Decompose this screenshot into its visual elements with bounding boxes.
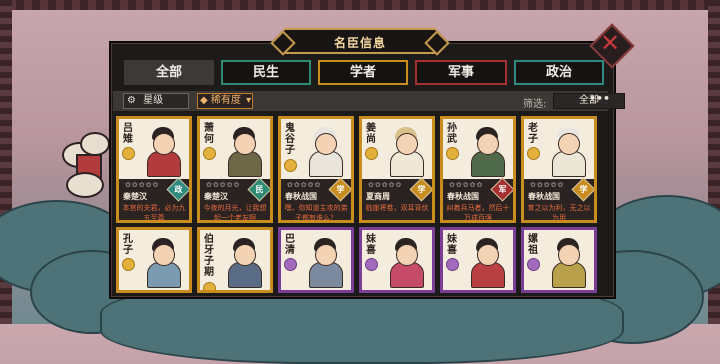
- card-name: 妹喜: [366, 234, 376, 256]
- minister-card[interactable]: 妹喜: [440, 227, 516, 293]
- card-origin: 夏商周: [366, 192, 390, 201]
- card-info: ✿✿✿✿✿ 春秋战国 学 育之以为利，无之以为用: [524, 177, 594, 222]
- close-button[interactable]: ✕: [589, 23, 635, 69]
- rarity-seal-icon: [527, 258, 540, 271]
- card-name: 妹喜: [447, 234, 457, 256]
- tab-livelihood[interactable]: 民生: [221, 60, 311, 85]
- rarity-chip[interactable]: ⚙ 星级: [123, 93, 189, 109]
- chevron-down-icon: ▾: [246, 95, 252, 106]
- portrait: [139, 236, 187, 288]
- portrait: [139, 125, 187, 177]
- card-name: 老子: [528, 123, 538, 145]
- portrait: [301, 125, 349, 177]
- filter-label: 筛选:: [523, 99, 547, 110]
- minister-card[interactable]: 伯牙子期: [197, 227, 273, 293]
- minister-card[interactable]: 老子 ✿✿✿✿✿ 春秋战国 学 育之以为利，无之以为用: [521, 116, 597, 223]
- title-plate: 名臣信息: [282, 28, 438, 54]
- star-rating: ✿✿✿✿✿: [368, 181, 403, 189]
- card-quote: 临崖将卷，双耳背伏: [365, 204, 429, 212]
- top-border-decoration: [0, 0, 720, 10]
- panel-title: 名臣信息: [333, 36, 386, 50]
- minister-card[interactable]: 吕雉 ✿✿✿✿✿ 秦楚汉 政 本宫的夫君，必为九五至尊: [116, 116, 192, 223]
- gear-icon: ⚙: [127, 95, 136, 106]
- minister-card[interactable]: 孙武 ✿✿✿✿✿ 春秋战国 军 纠着兵马者，然后十万成百强: [440, 116, 516, 223]
- minister-card[interactable]: 巴清: [278, 227, 354, 293]
- minister-card[interactable]: 妹喜: [359, 227, 435, 293]
- close-icon: ✕: [599, 29, 621, 57]
- minister-card[interactable]: 姜尚 ✿✿✿✿✿ 夏商周 学 临崖将卷，双耳背伏: [359, 116, 435, 223]
- card-name: 巴清: [285, 234, 295, 256]
- card-info: ✿✿✿✿✿ 夏商周 学 临崖将卷，双耳背伏: [362, 177, 432, 220]
- rarity-seal-icon: [365, 147, 378, 160]
- portrait: [220, 236, 268, 288]
- rarity-seal-icon: [446, 258, 459, 271]
- card-name: 鬼谷子: [285, 123, 295, 156]
- portrait: [544, 125, 592, 177]
- star-rating: ✿✿✿✿✿: [206, 181, 241, 189]
- card-origin: 秦楚汉: [204, 192, 228, 201]
- category-badge: 学: [328, 177, 351, 202]
- sort-diamond-icon: ◆: [200, 95, 208, 106]
- card-name: 嫘祖: [528, 234, 538, 256]
- star-rating: ✿✿✿✿✿: [449, 181, 484, 189]
- floating-island-decoration: [62, 132, 110, 202]
- star-rating: ✿✿✿✿✿: [125, 181, 160, 189]
- card-quote: 本宫的夫君，必为九五至尊: [122, 204, 186, 222]
- card-quote: 今夜的月光，让我想起一个老友啊: [203, 204, 267, 222]
- card-name: 伯牙子期: [204, 234, 214, 278]
- minister-card[interactable]: 鬼谷子 ✿✿✿✿✿ 春秋战国 学 嘿，你知道主攻的弟子都有谁么？: [278, 116, 354, 223]
- star-rating: ✿✿✿✿✿: [530, 181, 565, 189]
- card-name: 吕雉: [123, 123, 133, 145]
- rarity-seal-icon: [203, 282, 216, 290]
- card-info: ✿✿✿✿✿ 春秋战国 军 纠着兵马者，然后十万成百强: [443, 177, 513, 222]
- card-origin: 春秋战国: [447, 192, 479, 201]
- category-badge: 军: [490, 177, 513, 202]
- category-badge: 学: [409, 177, 432, 202]
- portrait: [463, 236, 511, 288]
- rarity-seal-icon: [122, 258, 135, 271]
- card-quote: 嘿，你知道主攻的弟子都有谁么？: [284, 204, 348, 222]
- portrait: [301, 236, 349, 288]
- portrait: [382, 236, 430, 288]
- card-origin: 春秋战国: [528, 192, 560, 201]
- sort-label: 稀有度: [210, 95, 241, 106]
- portrait: [463, 125, 511, 177]
- card-info: ✿✿✿✿✿ 春秋战国 学 嘿，你知道主攻的弟子都有谁么？: [281, 177, 351, 222]
- category-badge: 政: [166, 177, 189, 202]
- card-origin: 春秋战国: [285, 192, 317, 201]
- minister-card[interactable]: 萧何 ✿✿✿✿✿ 秦楚汉 民 今夜的月光，让我想起一个老友啊: [197, 116, 273, 223]
- rarity-seal-icon: [284, 159, 297, 172]
- rarity-seal-icon: [284, 258, 297, 271]
- card-quote: 育之以为利，无之以为用: [527, 204, 591, 222]
- tab-military[interactable]: 军事: [415, 60, 507, 85]
- card-name: 姜尚: [366, 123, 376, 145]
- tab-scholar[interactable]: 学者: [318, 60, 408, 85]
- portrait: [544, 236, 592, 288]
- card-info: ✿✿✿✿✿ 秦楚汉 民 今夜的月光，让我想起一个老友啊: [200, 177, 270, 222]
- filter-bar: ⚙ 星级 ◆ 稀有度 ▾ 筛选: 全部 •••: [113, 91, 625, 111]
- card-name: 孔子: [123, 234, 133, 256]
- card-name: 孙武: [447, 123, 457, 145]
- rarity-label: 星级: [143, 95, 164, 106]
- card-info: ✿✿✿✿✿ 秦楚汉 政 本宫的夫君，必为九五至尊: [119, 177, 189, 222]
- rarity-seal-icon: [527, 147, 540, 160]
- card-quote: 纠着兵马者，然后十万成百强: [446, 204, 510, 222]
- rarity-seal-icon: [122, 147, 135, 160]
- category-badge: 学: [571, 177, 594, 202]
- star-rating: ✿✿✿✿✿: [287, 181, 322, 189]
- sort-dropdown[interactable]: ◆ 稀有度 ▾: [197, 93, 253, 109]
- minister-card[interactable]: 嫘祖: [521, 227, 597, 293]
- rarity-seal-icon: [446, 147, 459, 160]
- portrait: [220, 125, 268, 177]
- rarity-seal-icon: [365, 258, 378, 271]
- more-options-icon[interactable]: •••: [589, 92, 610, 105]
- rarity-seal-icon: [203, 147, 216, 160]
- portrait: [382, 125, 430, 177]
- card-name: 萧何: [204, 123, 214, 145]
- card-origin: 秦楚汉: [123, 192, 147, 201]
- tab-all[interactable]: 全部: [124, 60, 214, 85]
- minister-card[interactable]: 孔子: [116, 227, 192, 293]
- category-badge: 民: [247, 177, 270, 202]
